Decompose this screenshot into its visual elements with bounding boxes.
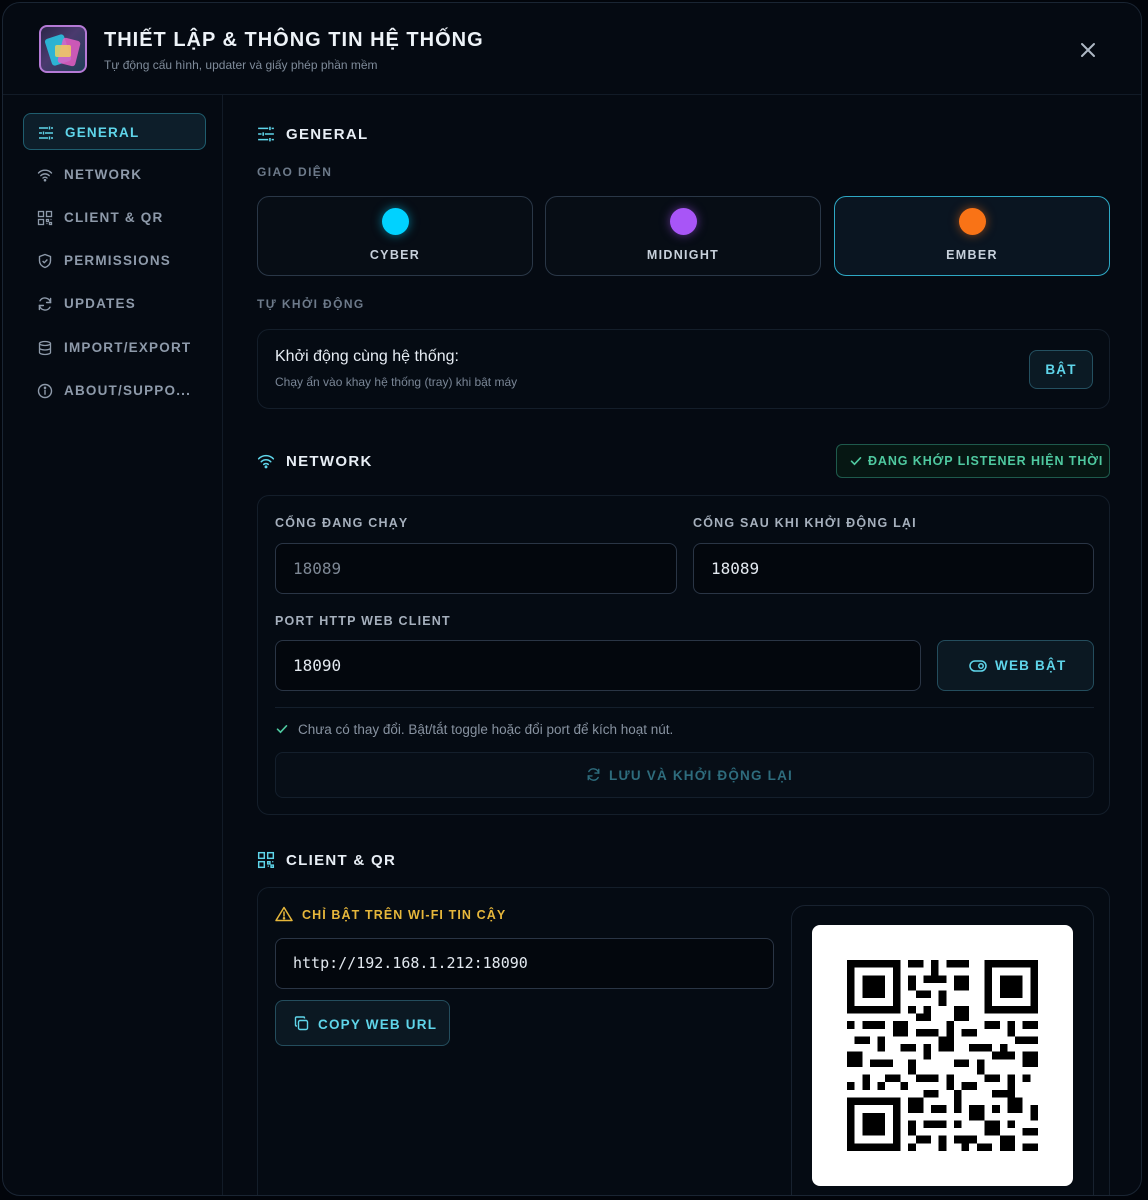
header: THIẾT LẬP & THÔNG TIN HỆ THỐNG Tự động c… <box>3 3 1141 95</box>
listener-status-badge: ĐANG KHỚP LISTENER HIỆN THỜI <box>836 444 1110 478</box>
copy-web-url-button[interactable]: COPY WEB URL <box>275 1000 450 1046</box>
web-toggle-button[interactable]: WEB BẬT <box>937 640 1094 691</box>
warning-icon <box>275 906 293 922</box>
qr-icon <box>257 851 275 869</box>
sidebar-item-import-export[interactable]: IMPORT/EXPORT <box>23 329 206 366</box>
close-icon[interactable] <box>1075 37 1101 63</box>
sidebar-item-label: PERMISSIONS <box>64 253 171 268</box>
settings-window: THIẾT LẬP & THÔNG TIN HỆ THỐNG Tự động c… <box>2 2 1142 1196</box>
web-port-label: PORT HTTP WEB CLIENT <box>275 614 451 628</box>
theme-label: GIAO DIỆN <box>257 165 333 179</box>
restart-port-label: CỔNG SAU KHI KHỞI ĐỘNG LẠI <box>693 516 917 530</box>
refresh-icon <box>37 296 53 312</box>
info-icon <box>37 383 53 399</box>
sidebar-item-client-qr[interactable]: CLIENT & QR <box>23 199 206 236</box>
check-icon <box>850 457 862 466</box>
app-logo <box>39 25 87 73</box>
page-title: THIẾT LẬP & THÔNG TIN HỆ THỐNG <box>104 29 484 51</box>
theme-swatch <box>382 208 409 235</box>
sidebar-item-label: UPDATES <box>64 296 136 311</box>
sidebar-item-general[interactable]: GENERAL <box>23 113 206 150</box>
web-port-field[interactable]: 18090 <box>275 640 921 691</box>
change-status-note: Chưa có thay đổi. Bật/tắt toggle hoặc đổ… <box>275 722 673 737</box>
toggle-icon <box>969 660 987 672</box>
qr-code <box>812 925 1073 1186</box>
sidebar-item-about-support[interactable]: ABOUT/SUPPO... <box>23 372 206 409</box>
sliders-icon <box>38 125 54 141</box>
sliders-icon <box>257 125 275 143</box>
sidebar-item-label: NETWORK <box>64 167 143 182</box>
wifi-warning: CHỈ BẬT TRÊN WI-FI TIN CẬY <box>275 906 506 922</box>
sidebar-item-updates[interactable]: UPDATES <box>23 285 206 322</box>
current-port-label: CỔNG ĐANG CHẠY <box>275 516 409 530</box>
theme-option-midnight[interactable]: MIDNIGHT <box>545 196 821 276</box>
autostart-card: Khởi động cùng hệ thống: Chạy ẩn vào kha… <box>257 329 1110 409</box>
theme-swatch <box>670 208 697 235</box>
sidebar-item-label: ABOUT/SUPPO... <box>64 383 192 398</box>
qr-panel <box>791 905 1094 1195</box>
page-subtitle: Tự động cấu hình, updater và giấy phép p… <box>104 58 378 72</box>
autostart-title: Khởi động cùng hệ thống: <box>275 348 459 365</box>
sidebar-item-label: CLIENT & QR <box>64 210 164 225</box>
wifi-icon <box>257 452 275 470</box>
autostart-toggle-button[interactable]: BẬT <box>1029 350 1093 389</box>
save-restart-button[interactable]: LƯU VÀ KHỞI ĐỘNG LẠI <box>275 752 1094 798</box>
sidebar: GENERAL NETWORK CLIENT & QR PERMISSIONS … <box>3 95 223 1195</box>
database-icon <box>37 340 53 356</box>
check-icon <box>276 725 288 734</box>
refresh-icon <box>587 768 600 781</box>
sidebar-item-network[interactable]: NETWORK <box>23 156 206 193</box>
web-url-field[interactable]: http://192.168.1.212:18090 <box>275 938 774 989</box>
divider <box>275 707 1094 708</box>
sidebar-item-label: IMPORT/EXPORT <box>64 340 192 355</box>
autostart-description: Chạy ẩn vào khay hệ thống (tray) khi bật… <box>275 375 518 389</box>
copy-icon <box>294 1016 309 1031</box>
sidebar-item-label: GENERAL <box>65 125 140 140</box>
shield-icon <box>37 253 53 269</box>
current-port-field: 18089 <box>275 543 677 594</box>
autostart-label: TỰ KHỞI ĐỘNG <box>257 297 365 311</box>
theme-option-cyber[interactable]: CYBER <box>257 196 533 276</box>
restart-port-field[interactable]: 18089 <box>693 543 1094 594</box>
network-card: CỔNG ĐANG CHẠY 18089 CỔNG SAU KHI KHỞI Đ… <box>257 495 1110 815</box>
theme-option-ember[interactable]: EMBER <box>834 196 1110 276</box>
theme-swatch <box>959 208 986 235</box>
qr-icon <box>37 210 53 226</box>
client-card: CHỈ BẬT TRÊN WI-FI TIN CẬY http://192.16… <box>257 887 1110 1195</box>
sidebar-item-permissions[interactable]: PERMISSIONS <box>23 242 206 279</box>
wifi-icon <box>37 167 53 183</box>
